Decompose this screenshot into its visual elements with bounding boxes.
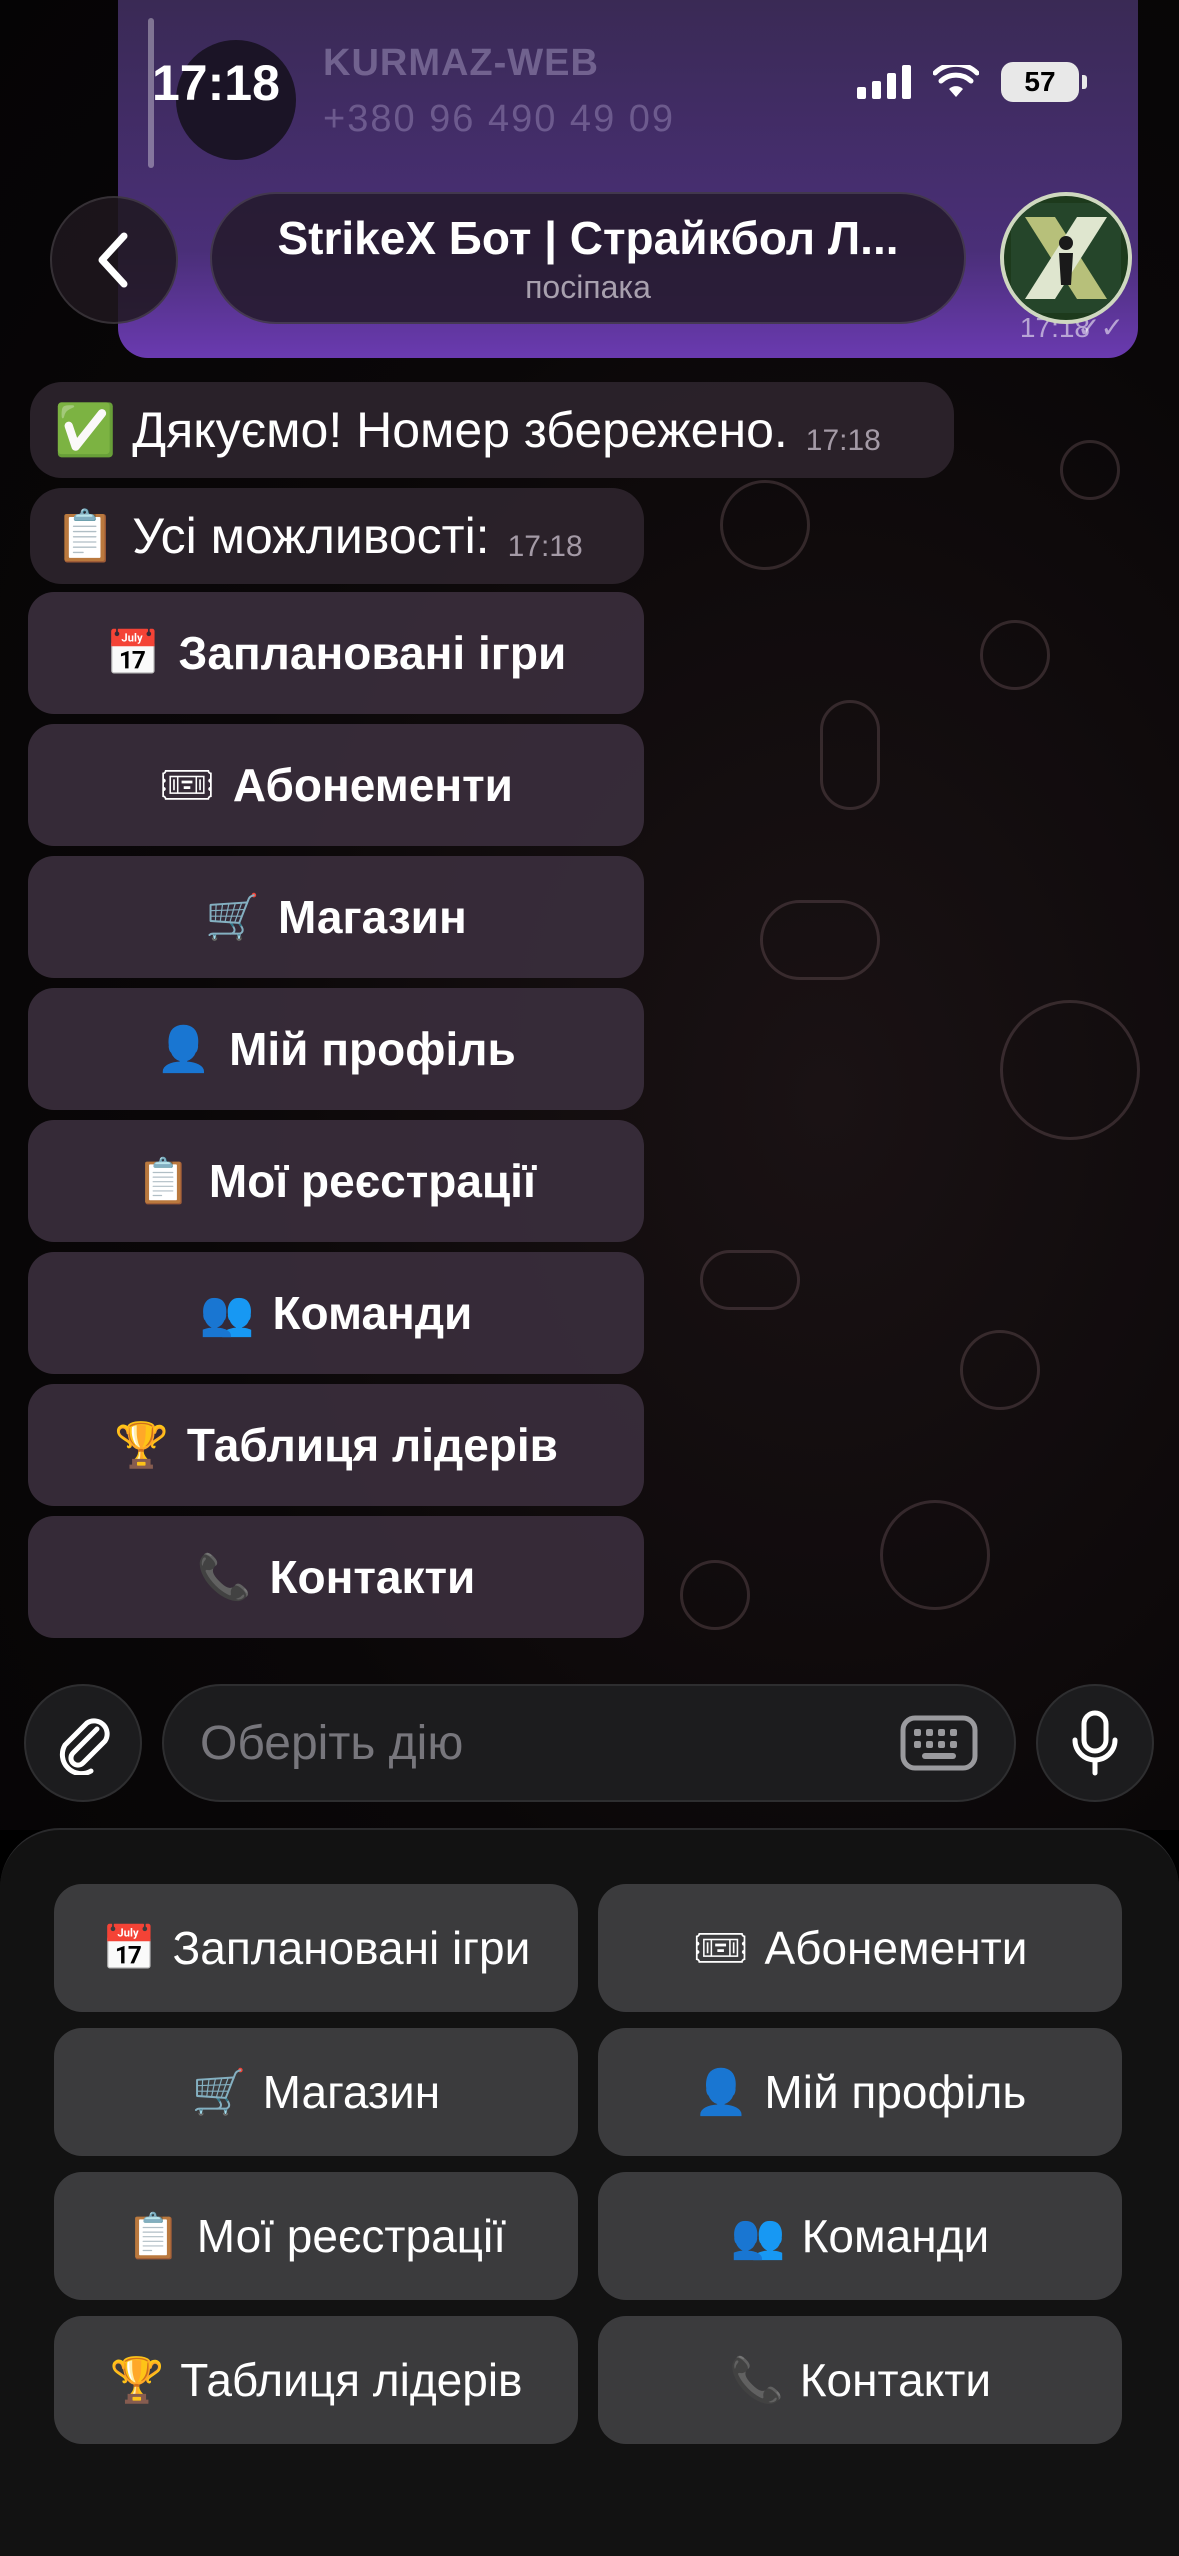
clipboard-icon: 📋 [54,506,117,565]
message-input[interactable]: Оберіть дію [162,1684,1016,1802]
battery-indicator: 57 [1001,62,1087,102]
button-label: Магазин [262,2066,441,2118]
inline-button-contacts[interactable]: 📞 Контакти [28,1516,644,1638]
message-bubble: ✅ Дякуємо! Номер збережено. 17:18 [30,382,954,478]
user-icon: 👤 [156,1025,212,1074]
message-text: Усі можливості: [132,508,490,564]
inline-button-subscriptions[interactable]: 🎟 Абонементи [28,724,644,846]
paperclip-icon [59,1718,110,1775]
input-placeholder: Оберіть дію [200,1716,464,1770]
phone-icon: 📞 [728,2356,784,2405]
users-icon: 👥 [730,2212,786,2261]
trophy-icon: 🏆 [109,2356,165,2405]
button-label: Мій профіль [229,1023,516,1075]
trophy-icon: 🏆 [114,1421,169,1470]
shopping-cart-icon: 🛒 [191,2068,247,2117]
check-mark-icon: ✅ [54,400,117,459]
shopping-cart-icon: 🛒 [205,893,261,942]
message-bubble: 📋 Усі можливості: 17:18 [30,488,644,584]
keyboard-button-contacts[interactable]: 📞 Контакти [598,2316,1122,2444]
clipboard-icon: 📋 [126,2212,181,2261]
doodle-decoration [720,480,810,570]
chat-title: StrikeX Бот | Страйкбол Л... [277,211,899,264]
inline-button-my-profile[interactable]: 👤 Мій профіль [28,988,644,1110]
button-label: Абонементи [764,1922,1028,1974]
inline-button-leaderboard[interactable]: 🏆 Таблиця лідерів [28,1384,644,1506]
microphone-icon [1072,1710,1118,1776]
button-label: Заплановані ігри [178,627,567,679]
keyboard-button-leaderboard[interactable]: 🏆 Таблиця лідерів [54,2316,578,2444]
doodle-decoration [760,900,880,980]
doodle-decoration [1000,1000,1140,1140]
keyboard-button-my-registrations[interactable]: 📋 Мої реєстрації [54,2172,578,2300]
ticket-icon: 🎟 [159,761,215,810]
keyboard-button-shop[interactable]: 🛒 Магазин [54,2028,578,2156]
inline-button-shop[interactable]: 🛒 Магазин [28,856,644,978]
chat-subtitle: посіпака [525,268,651,305]
doodle-decoration [820,700,880,810]
users-icon: 👥 [199,1289,255,1338]
status-time: 17:18 [152,55,280,111]
button-label: Таблиця лідерів [180,2354,523,2406]
button-label: Мої реєстрації [196,2210,506,2262]
message-time: 17:18 [507,530,583,563]
keyboard-icon[interactable] [900,1715,978,1771]
doodle-decoration [960,1330,1040,1410]
button-label: Заплановані ігри [172,1922,531,1974]
button-label: Команди [272,1287,473,1339]
strikex-logo-icon [1011,203,1121,313]
doodle-decoration [680,1560,750,1630]
user-icon: 👤 [693,2068,749,2117]
ticket-icon: 🎟 [692,1924,749,1973]
doodle-decoration [1060,440,1120,500]
button-label: Абонементи [232,759,513,811]
phone-icon: 📞 [196,1553,252,1602]
inline-button-my-registrations[interactable]: 📋 Мої реєстрації [28,1120,644,1242]
contact-phone: +380 96 490 49 09 [323,98,676,140]
button-label: Мої реєстрації [208,1155,536,1207]
calendar-icon: 📅 [101,1924,157,1973]
button-label: Контакти [269,1551,476,1603]
message-time: 17:18 [805,424,881,457]
doodle-decoration [980,620,1050,690]
cellular-signal-icon [857,65,911,99]
button-label: Мій профіль [764,2066,1027,2118]
chevron-left-icon [98,232,128,288]
button-label: Таблиця лідерів [186,1419,558,1471]
calendar-icon: 📅 [105,629,161,678]
inline-button-teams[interactable]: 👥 Команди [28,1252,644,1374]
keyboard-button-subscriptions[interactable]: 🎟 Абонементи [598,1884,1122,2012]
button-label: Команди [801,2210,990,2262]
attach-button[interactable] [24,1684,142,1802]
reply-keyboard: 📅 Заплановані ігри 🎟 Абонементи 🛒 Магази… [0,1828,1179,2556]
chat-title-bar[interactable]: StrikeX Бот | Страйкбол Л... посіпака [210,192,966,324]
message-text: Дякуємо! Номер збережено. [132,402,788,458]
clipboard-icon: 📋 [136,1157,191,1206]
bot-avatar[interactable] [1000,192,1132,324]
button-label: Магазин [278,891,467,943]
wifi-icon [933,65,979,97]
contact-name: KURMAZ-WEB [323,42,599,84]
status-indicators: 57 [857,62,1087,102]
back-button[interactable] [50,196,178,324]
keyboard-button-my-profile[interactable]: 👤 Мій профіль [598,2028,1122,2156]
voice-message-button[interactable] [1036,1684,1154,1802]
button-label: Контакти [799,2354,992,2406]
keyboard-button-teams[interactable]: 👥 Команди [598,2172,1122,2300]
doodle-decoration [880,1500,990,1610]
keyboard-button-scheduled-games[interactable]: 📅 Заплановані ігри [54,1884,578,2012]
doodle-decoration [700,1250,800,1310]
inline-button-scheduled-games[interactable]: 📅 Заплановані ігри [28,592,644,714]
